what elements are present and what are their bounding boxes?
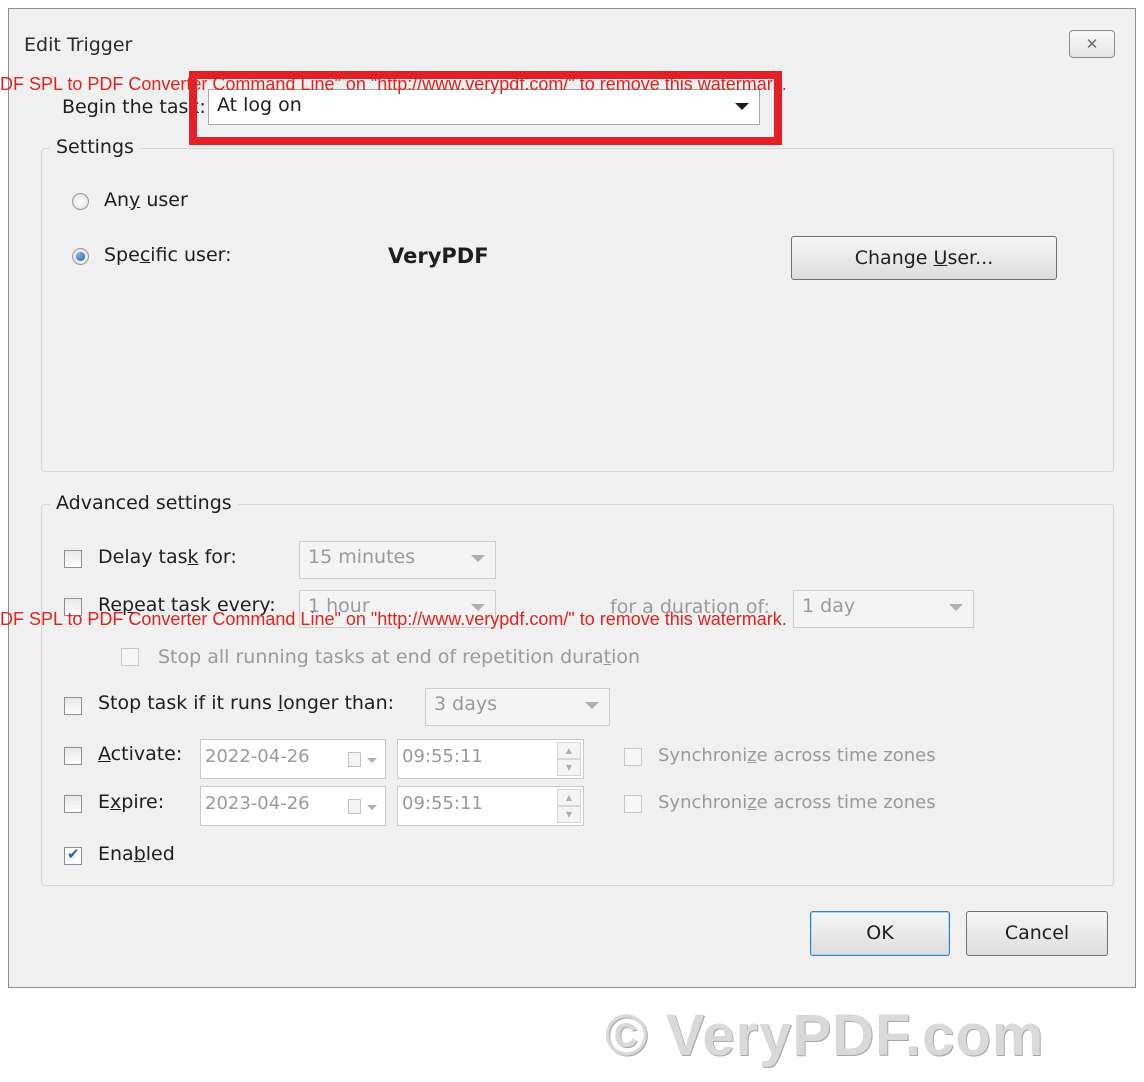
settings-group [41,148,1114,472]
change-user-button[interactable]: Change User... [791,236,1057,280]
expire-checkbox[interactable] [64,795,82,813]
settings-group-title: Settings [50,136,140,158]
user-name: VeryPDF [388,244,489,268]
watermark-text: DF SPL to PDF Converter Command Line" on… [0,74,787,94]
activate-sync-label: Synchronize across time zones [658,745,936,766]
any-user-radio[interactable] [72,193,89,210]
expire-sync-checkbox[interactable] [624,795,642,813]
activate-date-value: 2022-04-26 [205,746,310,767]
dialog-title: Edit Trigger [24,34,133,56]
expire-sync-label: Synchronize across time zones [658,792,936,813]
expire-date-picker[interactable]: 2023-04-26 [200,786,386,826]
duration-value: 1 day [802,595,856,617]
advanced-settings-title: Advanced settings [50,492,238,514]
delay-task-checkbox[interactable] [64,550,82,568]
stop-running-label: Stop all running tasks at end of repetit… [158,646,641,668]
expire-time-value: 09:55:11 [402,793,483,814]
watermark-text: DF SPL to PDF Converter Command Line" on… [0,609,787,629]
chevron-down-icon [471,555,485,562]
chevron-down-icon [949,604,963,611]
specific-user-radio[interactable] [72,248,89,265]
delay-task-select[interactable]: 15 minutes [299,541,496,579]
spin-down-icon[interactable]: ▼ [557,806,581,823]
cancel-button[interactable]: Cancel [966,911,1108,956]
verypdf-logo: © VeryPDF.com [605,1003,1045,1068]
stop-running-checkbox[interactable] [121,648,139,666]
stop-longer-value: 3 days [434,693,497,715]
activate-date-picker[interactable]: 2022-04-26 [200,739,386,779]
chevron-down-icon [585,702,599,709]
stop-longer-checkbox[interactable] [64,697,82,715]
activate-time-value: 09:55:11 [402,746,483,767]
spin-down-icon[interactable]: ▼ [557,759,581,776]
calendar-icon [348,752,361,767]
spin-up-icon[interactable]: ▲ [557,742,581,759]
ok-button[interactable]: OK [810,911,950,956]
duration-select[interactable]: 1 day [793,590,974,628]
activate-sync-checkbox[interactable] [624,748,642,766]
enabled-checkbox[interactable] [64,845,82,865]
expire-time-spinner[interactable]: 09:55:11 ▲ ▼ [397,786,584,826]
activate-checkbox[interactable] [64,747,82,765]
calendar-icon [348,799,361,814]
delay-task-label: Delay task for: [98,546,237,568]
stop-longer-label: Stop task if it runs longer than: [98,692,395,714]
specific-user-label: Specific user: [104,244,232,266]
chevron-down-icon [367,758,377,763]
activate-label: Activate: [98,743,183,765]
enabled-label: Enabled [98,843,175,865]
delay-task-value: 15 minutes [308,546,416,568]
begin-task-label: Begin the task: [62,96,206,118]
close-button[interactable]: ✕ [1069,30,1115,58]
activate-time-spinner[interactable]: 09:55:11 ▲ ▼ [397,739,584,779]
stop-longer-select[interactable]: 3 days [425,688,610,726]
chevron-down-icon [367,805,377,810]
spin-up-icon[interactable]: ▲ [557,789,581,806]
any-user-label: Any user [104,189,188,211]
expire-label: Expire: [98,791,165,813]
close-icon: ✕ [1085,35,1099,53]
expire-date-value: 2023-04-26 [205,793,310,814]
